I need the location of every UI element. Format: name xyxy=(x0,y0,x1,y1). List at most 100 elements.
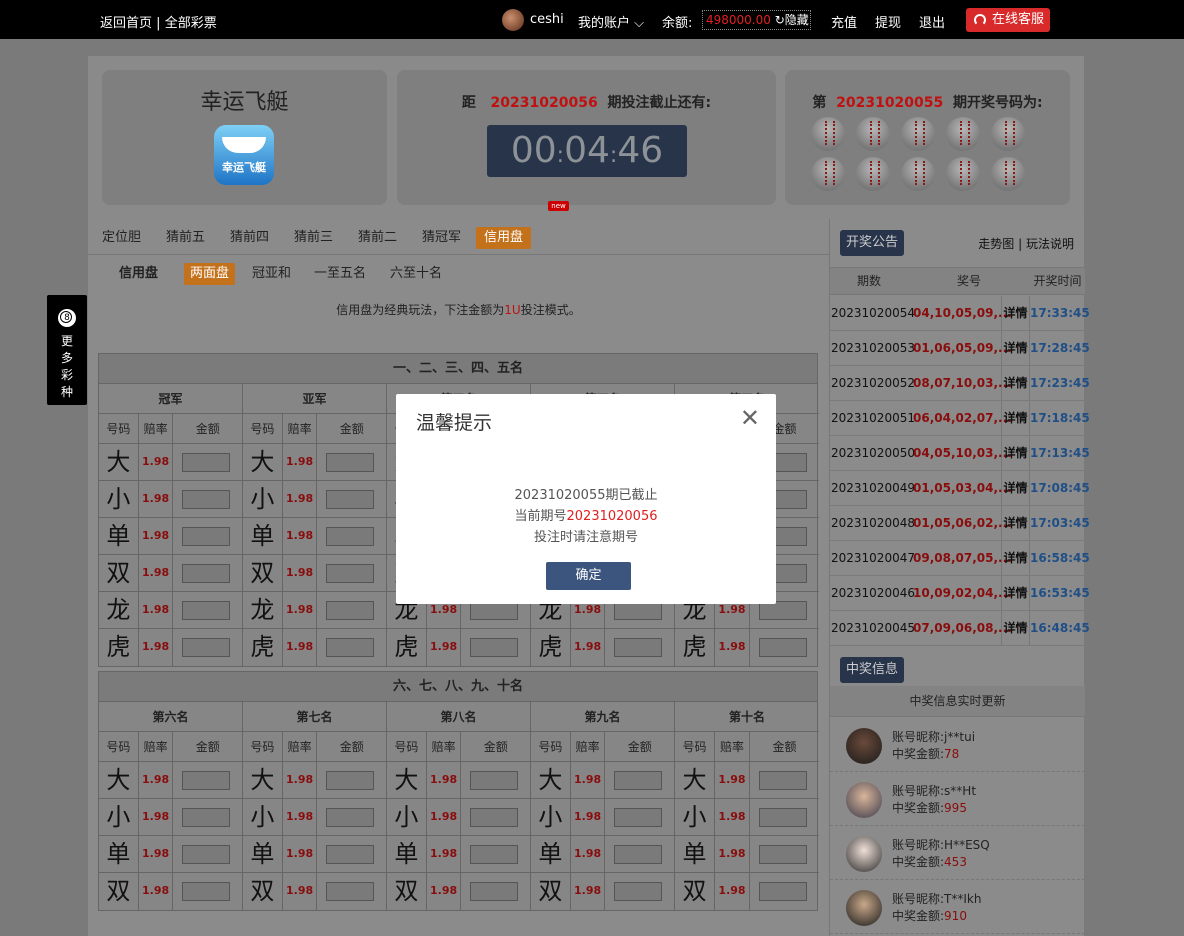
draw-detail-link[interactable]: 详情 xyxy=(1002,576,1030,610)
amount-input[interactable] xyxy=(326,601,375,620)
bet-option: 虎 xyxy=(99,629,139,666)
tab-5[interactable]: 猜冠军 xyxy=(414,227,469,249)
amount-input[interactable] xyxy=(759,845,807,864)
amount-input[interactable] xyxy=(182,527,231,546)
draw-detail-link[interactable]: 详情 xyxy=(1002,471,1030,505)
result-ball xyxy=(991,157,1025,191)
draw-detail-link[interactable]: 详情 xyxy=(1002,366,1030,400)
recharge-link[interactable]: 充值 xyxy=(831,12,857,31)
confirm-button[interactable]: 确定 xyxy=(546,562,631,590)
amount-input[interactable] xyxy=(614,638,663,657)
tab-3[interactable]: 猜前三 xyxy=(286,227,341,249)
bet-option: 单 xyxy=(243,836,283,872)
draw-detail-link[interactable]: 详情 xyxy=(1002,331,1030,365)
tab-2[interactable]: 猜前四 xyxy=(222,227,277,249)
draw-panel: 开奖公告 走势图 | 玩法说明 期数 奖号 开奖时间 20231020054 04… xyxy=(829,219,1090,936)
countdown-title: 距 20231020056 期投注截止还有: xyxy=(397,92,776,112)
bet-option: 单 xyxy=(243,518,283,554)
winner-name-line: 账号昵称:j**tui xyxy=(892,728,975,745)
trend-chart-link[interactable]: 走势图 xyxy=(978,237,1014,251)
bet-row: 单1.98 xyxy=(531,836,674,873)
amount-cell xyxy=(605,873,674,910)
bet-odds: 1.98 xyxy=(283,555,318,591)
top-link-separator: | xyxy=(156,16,161,31)
amount-input[interactable] xyxy=(614,808,663,827)
amount-input[interactable] xyxy=(326,845,375,864)
amount-input[interactable] xyxy=(326,453,375,472)
amount-input[interactable] xyxy=(759,638,807,657)
bet-row: 单1.98 xyxy=(243,518,386,555)
column-subheader: 号码赔率 金额 xyxy=(675,732,819,762)
amount-input[interactable] xyxy=(614,845,663,864)
bet-row: 大1.98 xyxy=(99,444,242,481)
amount-input[interactable] xyxy=(326,638,375,657)
draw-row: 20231020046 10,09,02,04,... 详情 16:53:45 xyxy=(830,576,1090,611)
tab-1[interactable]: 猜前五 xyxy=(158,227,213,249)
amount-input[interactable] xyxy=(759,808,807,827)
amount-input[interactable] xyxy=(326,882,375,901)
amount-input[interactable] xyxy=(182,771,231,790)
amount-input[interactable] xyxy=(326,490,375,509)
my-account-menu[interactable]: 我的账户 ⌵ xyxy=(578,12,644,31)
all-lottery-link[interactable]: 全部彩票 xyxy=(165,16,217,31)
amount-input[interactable] xyxy=(326,808,375,827)
amount-input[interactable] xyxy=(182,638,231,657)
draw-detail-link[interactable]: 详情 xyxy=(1002,611,1030,645)
more-lottery-sidebar[interactable]: 8 更多彩种 xyxy=(47,295,87,405)
amount-cell xyxy=(173,481,242,517)
draw-detail-link[interactable]: 详情 xyxy=(1002,506,1030,540)
withdraw-link[interactable]: 提现 xyxy=(875,12,901,31)
amount-input[interactable] xyxy=(470,771,519,790)
group-columns: 第六名 号码 赔率 金额大 1.98 小 1.98 单 1.98 双 1.98 第七名 号码 赔率 金额大 1… xyxy=(99,702,819,910)
amount-input[interactable] xyxy=(759,882,807,901)
amount-input[interactable] xyxy=(182,882,231,901)
amount-input[interactable] xyxy=(759,771,807,790)
logout-link[interactable]: 退出 xyxy=(919,12,945,31)
amount-input[interactable] xyxy=(614,882,663,901)
draw-detail-link[interactable]: 详情 xyxy=(1002,401,1030,435)
amount-input[interactable] xyxy=(470,845,519,864)
draw-row: 20231020052 08,07,10,03,... 详情 17:23:45 xyxy=(830,366,1090,401)
rules-link[interactable]: 玩法说明 xyxy=(1026,237,1074,251)
subtab-4[interactable]: 六至十名 xyxy=(384,263,448,285)
amount-input[interactable] xyxy=(182,453,231,472)
amount-input[interactable] xyxy=(326,564,375,583)
draw-detail-link[interactable]: 详情 xyxy=(1002,296,1030,330)
header-num: 号码 xyxy=(99,732,139,761)
amount-input[interactable] xyxy=(182,490,231,509)
subtab-3[interactable]: 一至五名 xyxy=(308,263,372,285)
amount-input[interactable] xyxy=(326,527,375,546)
tab-0[interactable]: 定位胆 xyxy=(94,227,149,249)
tab-4[interactable]: 猜前二 xyxy=(350,227,405,249)
bet-option: 单 xyxy=(99,836,139,872)
amount-input[interactable] xyxy=(470,808,519,827)
subtab-2[interactable]: 冠亚和 xyxy=(246,263,297,285)
refresh-icon[interactable]: ↻ xyxy=(775,13,785,27)
draw-notice-button[interactable]: 开奖公告 xyxy=(840,230,905,256)
winner-name-line: 账号昵称:H**ESQ xyxy=(892,836,990,853)
close-icon[interactable]: ✕ xyxy=(740,404,760,432)
amount-input[interactable] xyxy=(614,771,663,790)
draw-detail-link[interactable]: 详情 xyxy=(1002,541,1030,575)
bet-odds: 1.98 xyxy=(427,629,462,666)
amount-input[interactable] xyxy=(470,882,519,901)
amount-input[interactable] xyxy=(182,845,231,864)
home-link[interactable]: 返回首页 xyxy=(100,16,152,31)
bet-option: 小 xyxy=(531,799,571,835)
subtab-1[interactable]: 两面盘 xyxy=(184,263,236,285)
countdown-card: 距 20231020056 期投注截止还有: 00:04:46 new xyxy=(397,70,776,211)
win-info-button[interactable]: 中奖信息 xyxy=(840,657,905,683)
amount-input[interactable] xyxy=(182,808,231,827)
amount-input[interactable] xyxy=(182,564,231,583)
online-service-button[interactable]: 在线客服 xyxy=(966,8,1050,32)
hide-balance-button[interactable]: 隐藏 xyxy=(785,13,809,27)
amount-input[interactable] xyxy=(326,771,375,790)
username[interactable]: ceshi xyxy=(530,12,564,27)
header-odds: 赔率 xyxy=(715,732,750,761)
draw-issue: 20231020053 xyxy=(831,341,915,355)
user-avatar[interactable] xyxy=(502,9,524,31)
draw-detail-link[interactable]: 详情 xyxy=(1002,436,1030,470)
amount-input[interactable] xyxy=(182,601,231,620)
amount-input[interactable] xyxy=(470,638,519,657)
tab-6[interactable]: 信用盘 xyxy=(476,227,532,249)
